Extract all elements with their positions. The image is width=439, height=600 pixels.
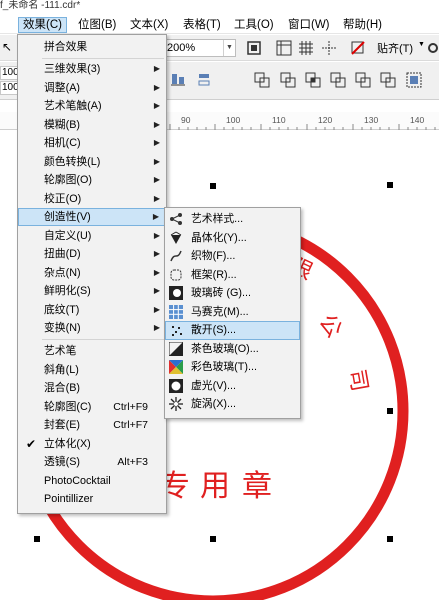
frame-icon [170,269,182,280]
menu-item-noise[interactable]: 杂点(N) ▶ [18,264,166,282]
submenu-item-scatter[interactable]: 散开(S)... [165,321,300,340]
submenu-item-vignette[interactable]: 虚光(V)... [165,377,300,396]
chevron-down-icon[interactable]: ▼ [418,41,425,48]
submenu-arrow-icon: ▶ [153,119,160,129]
menu-item-3d-effects[interactable]: 三维效果(3) ▶ [18,60,166,78]
menubar: 效果(C) 位图(B) 文本(X) 表格(T) 工具(O) 窗口(W) 帮助(H… [0,16,439,34]
submenu-arrow-icon: ▶ [153,193,160,203]
menu-item-transform[interactable]: 变换(N) ▶ [18,319,166,337]
fabric-icon [170,250,182,262]
snap-off-icon[interactable] [350,40,366,56]
menu-item-camera[interactable]: 相机(C) ▶ [18,134,166,152]
submenu-arrow-icon: ▶ [153,138,160,147]
menu-item-correction[interactable]: 校正(O) ▶ [18,190,166,208]
mosaic-icon [169,304,183,319]
menu-item-texture[interactable]: 底纹(T) ▶ [18,301,166,319]
menu-table[interactable]: 表格(T) [179,17,225,33]
submenu-item-glass-block[interactable]: 玻璃砖 (G)... [165,284,300,303]
submenu-arrow-icon: ▶ [152,212,159,221]
submenu-arrow-icon: ▶ [153,175,160,184]
menu-text[interactable]: 文本(X) [126,17,172,33]
submenu-arrow-icon: ▶ [153,156,160,166]
settings-icon[interactable] [425,40,439,56]
stained-glass-icon [169,360,183,374]
checkmark-icon: ✔ [26,436,37,451]
menu-bitmaps[interactable]: 位图(B) [74,17,120,33]
stamp-char: 用 [200,469,230,504]
submenu-arrow-icon: ▶ [153,249,160,258]
menu-item-adjust[interactable]: 调整(A) ▶ [18,79,166,97]
submenu-arrow-icon: ▶ [153,267,160,277]
submenu-arrow-icon: ▶ [153,64,160,73]
menu-item-sharpen[interactable]: 鲜明化(S) ▶ [18,282,166,300]
submenu-item-mosaic[interactable]: 马赛克(M)... [165,303,300,322]
submenu-item-smoked-glass[interactable]: 茶色玻璃(O)... [165,340,300,359]
grid-icon[interactable] [298,40,314,56]
menu-item-flatten-effect[interactable]: 拼合效果 [18,38,166,56]
chevron-down-icon[interactable]: ▼ [223,40,235,56]
x-coordinate-field[interactable]: 100 [0,66,19,80]
menu-item-pointillizer[interactable]: Pointillizer [18,490,166,508]
vignette-icon [169,378,183,393]
snap-to-label[interactable]: 贴齐(T) [377,40,413,56]
back-minus-front-icon[interactable] [380,72,396,88]
menu-item-creative[interactable]: 创造性(V) ▶ [18,208,166,226]
submenu-item-frame[interactable]: 框架(R)... [165,266,300,285]
menu-item-distort[interactable]: 扭曲(D) ▶ [18,245,166,263]
menu-item-custom[interactable]: 自定义(U) ▶ [18,227,166,245]
distribute-icon[interactable] [196,72,212,88]
menu-item-extrude[interactable]: ✔ 立体化(X) [18,435,166,453]
menu-help[interactable]: 帮助(H) [339,17,386,33]
submenu-arrow-icon: ▶ [153,82,160,92]
guidelines-icon[interactable] [321,40,337,56]
menu-item-contour[interactable]: 轮廓图(O) ▶ [18,171,166,189]
window-title: f_未命名 -111.cdr* [0,0,439,16]
full-screen-icon[interactable] [246,40,262,56]
scatter-icon [172,326,182,336]
menu-item-bevel[interactable]: 斜角(L) [18,361,166,379]
menu-item-blend[interactable]: 混合(B) [18,379,166,397]
vortex-icon [169,397,183,411]
zoom-level-select[interactable]: 200% ▼ [164,39,236,57]
glass-block-icon [169,286,183,300]
submenu-arrow-icon: ▶ [153,323,160,332]
effects-menu: 拼合效果 三维效果(3) ▶ 调整(A) ▶ 艺术笔触(A) ▶ 模糊(B) ▶ 相机(… [17,34,167,514]
menu-tools[interactable]: 工具(O) [230,17,278,33]
menu-window[interactable]: 窗口(W) [284,17,334,33]
front-minus-back-icon[interactable] [355,72,371,88]
submenu-item-stained-glass[interactable]: 彩色玻璃(T)... [165,358,300,377]
submenu-item-fabric[interactable]: 织物(F)... [165,247,300,266]
stamp-char: 章 [242,469,272,504]
submenu-arrow-icon: ▶ [153,101,160,110]
menu-item-art-strokes[interactable]: 艺术笔触(A) ▶ [18,97,166,115]
menu-item-lens[interactable]: 透镜(S) Alt+F3 [18,453,166,471]
smoked-glass-icon [169,341,183,356]
menu-item-color-transform[interactable]: 颜色转换(L) ▶ [18,153,166,171]
submenu-arrow-icon: ▶ [153,286,160,295]
submenu-item-crystallize[interactable]: 晶体化(Y)... [165,229,300,248]
submenu-item-art-style[interactable]: 艺术样式... [165,210,300,229]
menu-item-envelope[interactable]: 封套(E) Ctrl+F7 [18,416,166,434]
align-icon[interactable] [170,72,186,88]
y-coordinate-field[interactable]: 100 [0,81,19,95]
menu-item-contour-tool[interactable]: 轮廓图(C) Ctrl+F9 [18,398,166,416]
submenu-item-vortex[interactable]: 旋涡(X)... [165,395,300,414]
menu-item-photococktail[interactable]: PhotoCocktail [18,472,166,490]
zoom-level-value: 200% [167,42,196,54]
creative-submenu: 艺术样式... 晶体化(Y)... 织物(F)... 框架(R)... 玻璃砖 … [164,207,301,419]
weld-icon[interactable] [254,72,270,88]
boundary-icon[interactable] [406,72,422,88]
menu-effects[interactable]: 效果(C) [18,17,67,33]
crystallize-icon [170,231,182,244]
submenu-arrow-icon: ▶ [153,304,160,314]
submenu-arrow-icon: ▶ [153,230,160,240]
menu-item-blur[interactable]: 模糊(B) ▶ [18,116,166,134]
pick-tool-icon[interactable]: ↖ [2,40,18,56]
intersect-icon[interactable] [305,72,321,88]
menu-item-artistic-media[interactable]: 艺术笔 [18,342,166,360]
trim-icon[interactable] [280,72,296,88]
simplify-icon[interactable] [330,72,346,88]
rulers-icon[interactable] [276,40,292,56]
art-style-icon [170,213,182,225]
